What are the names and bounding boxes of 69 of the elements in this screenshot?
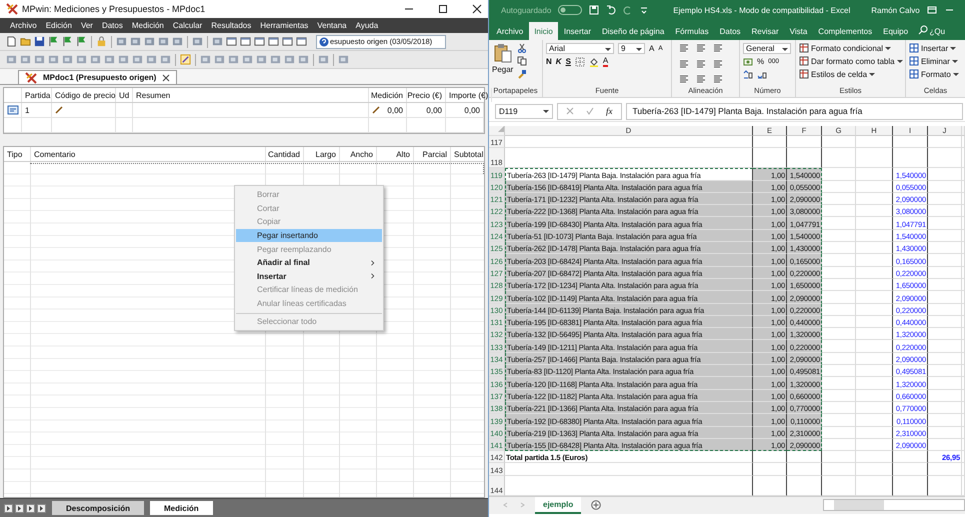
cells-command[interactable]: Eliminar [909, 56, 962, 66]
column-header[interactable]: Partida [22, 88, 52, 102]
column-header[interactable]: Resumen [133, 88, 369, 102]
styles-command[interactable]: Estilos de celda [799, 69, 902, 79]
document-tab[interactable]: MPdoc1 (Presupuesto origen) [18, 70, 178, 84]
column-header[interactable]: Subtotal [451, 147, 484, 161]
window-title: MPwin: Mediciones y Presupuestos - MPdoc1 [22, 4, 206, 14]
table-cell: 0,00 [407, 103, 446, 117]
user-name: Ramón Calvo [871, 6, 920, 14]
ribbon-tab[interactable]: Inicio [528, 22, 558, 40]
column-header[interactable]: Alto [377, 147, 414, 161]
column-header[interactable]: Comentario [31, 147, 266, 161]
menu-item[interactable]: Ventana [317, 21, 347, 30]
column-header[interactable]: Medición [369, 88, 407, 102]
ribbon-tab[interactable]: Datos [714, 22, 746, 40]
underline-button[interactable]: S [566, 57, 571, 67]
font-name-field[interactable]: Arial [546, 43, 614, 54]
number-format-field[interactable]: General [743, 43, 791, 54]
ribbon-tab[interactable]: Archivo [491, 22, 529, 40]
column-header[interactable]: Precio (€) [407, 88, 446, 102]
name-box[interactable]: D119 [495, 104, 553, 118]
ribbon-tab[interactable]: Revisar [746, 22, 784, 40]
ribbon-tab[interactable]: Vista [784, 22, 813, 40]
menu-item[interactable]: Medición [132, 21, 164, 30]
window-title: Ejemplo HS4.xls - Modo de compatibilidad - Excel [673, 6, 850, 14]
table-cell: 0,00 [387, 106, 403, 114]
menu-item[interactable]: Pegar insertando [236, 228, 382, 242]
percent-button[interactable]: % [757, 57, 764, 67]
sheet-tab[interactable]: Descomposición [52, 501, 144, 515]
autosave-label: Autoguardado [501, 6, 552, 14]
column-header[interactable]: Largo [304, 147, 340, 161]
ribbon-tab[interactable]: Diseño de página [596, 22, 670, 40]
styles-command[interactable]: Dar formato como tabla [799, 56, 902, 66]
column-header[interactable]: Tipo [4, 147, 31, 161]
paste-button[interactable]: Pegar [492, 43, 514, 86]
menu-item[interactable]: Ayuda [356, 21, 378, 30]
menu-item[interactable]: Archivo [10, 21, 37, 30]
column-header[interactable]: Cantidad [266, 147, 304, 161]
styles-command[interactable]: Formato condicional [799, 43, 902, 53]
italic-button[interactable]: K [556, 57, 562, 67]
bold-button[interactable]: N [546, 57, 552, 67]
column-header[interactable]: Parcial [414, 147, 451, 161]
menu-item[interactable]: Calcular [172, 21, 202, 30]
ribbon-tab[interactable]: Insertar [558, 22, 596, 40]
cells-command[interactable]: Insertar [909, 43, 962, 53]
insert-function-button[interactable]: fx [606, 106, 612, 116]
column-header[interactable]: Ud [116, 88, 133, 102]
menu-item[interactable]: Herramientas [260, 21, 308, 30]
table-cell: 1 [22, 103, 52, 117]
font-size-field[interactable]: 9 [618, 43, 645, 54]
column-header[interactable]: Código de precio [52, 88, 116, 102]
ribbon-tab[interactable]: Complementos [812, 22, 878, 40]
ribbon-tab[interactable]: Equipo [878, 22, 914, 40]
ribbon-tab[interactable]: Fórmulas [670, 22, 714, 40]
menu-item[interactable]: Insertar [236, 270, 382, 284]
column-header[interactable]: Ancho [340, 147, 377, 161]
grow-font-button[interactable]: A [649, 44, 654, 54]
sheet-tab[interactable]: Medición [150, 501, 213, 515]
menu-item[interactable]: Datos [102, 21, 123, 30]
font-color-button[interactable]: A [602, 57, 608, 67]
menu-item[interactable]: Ver [80, 21, 93, 30]
formula-field[interactable]: Tubería-263 [ID-1479] Planta Baja. Instalación para agua fría [626, 102, 963, 120]
sheet-tab[interactable]: ejemplo [535, 496, 582, 514]
menu-item[interactable]: Edición [46, 21, 72, 30]
search-field[interactable]: ¿Qu [930, 22, 946, 40]
cells-command[interactable]: Formato [909, 69, 962, 79]
table-cell: 0,00 [446, 103, 484, 117]
menu-item[interactable]: Añadir al final [236, 256, 382, 270]
menu-item[interactable]: Resultados [211, 21, 252, 30]
